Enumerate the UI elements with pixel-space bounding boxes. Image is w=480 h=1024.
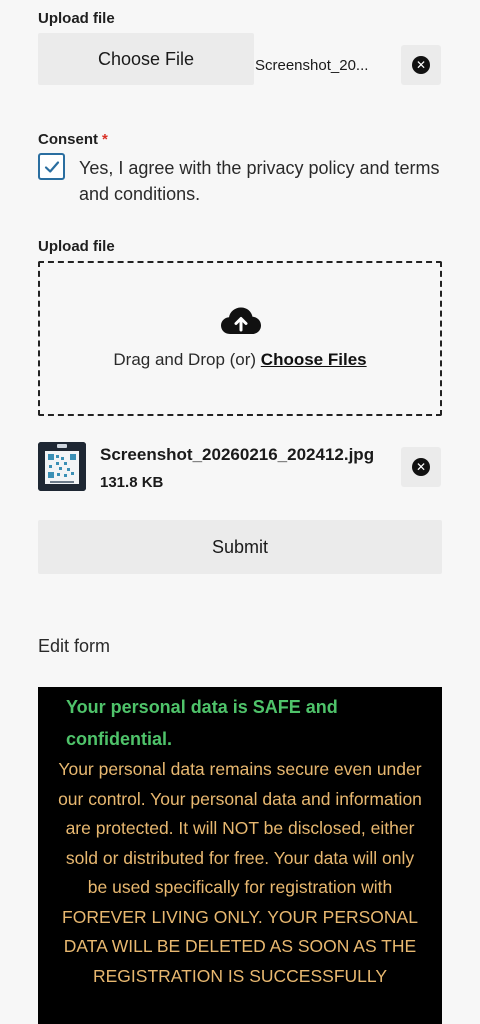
- close-circle-icon: ✕: [412, 458, 430, 476]
- selected-file-name: Screenshot_20...: [255, 57, 369, 74]
- submit-button[interactable]: Submit: [38, 520, 442, 574]
- drop-text: Drag and Drop (or): [113, 350, 257, 369]
- consent-text: Yes, I agree with the privacy policy and…: [79, 158, 440, 204]
- required-mark: *: [102, 131, 108, 148]
- privacy-notice-image: Your personal data is SAFE and confident…: [38, 687, 442, 1024]
- remove-uploaded-file-button[interactable]: ✕: [401, 447, 441, 487]
- file-thumbnail: [38, 442, 86, 491]
- drop-instructions: Drag and Drop (or) Choose Files: [38, 350, 442, 370]
- uploaded-file-name: Screenshot_20260216_202412.jpg: [100, 445, 375, 464]
- edit-form-link[interactable]: Edit form: [38, 636, 110, 657]
- consent-label: Consent *: [38, 131, 108, 148]
- uploaded-file-size: 131.8 KB: [100, 474, 164, 491]
- notice-body: Your personal data remains secure even u…: [58, 759, 422, 986]
- upload-file-label-2: Upload file: [38, 238, 115, 255]
- remove-file-button[interactable]: ✕: [401, 45, 441, 85]
- choose-files-link[interactable]: Choose Files: [261, 350, 367, 369]
- cloud-upload-icon: [220, 306, 262, 341]
- upload-file-label: Upload file: [38, 10, 115, 27]
- checkmark-icon: [44, 160, 59, 173]
- choose-file-button[interactable]: Choose File: [38, 33, 254, 85]
- notice-heading: Your personal data is SAFE and confident…: [66, 697, 338, 749]
- consent-label-text: Consent: [38, 131, 98, 148]
- close-circle-icon: ✕: [412, 56, 430, 74]
- consent-checkbox[interactable]: [38, 153, 65, 180]
